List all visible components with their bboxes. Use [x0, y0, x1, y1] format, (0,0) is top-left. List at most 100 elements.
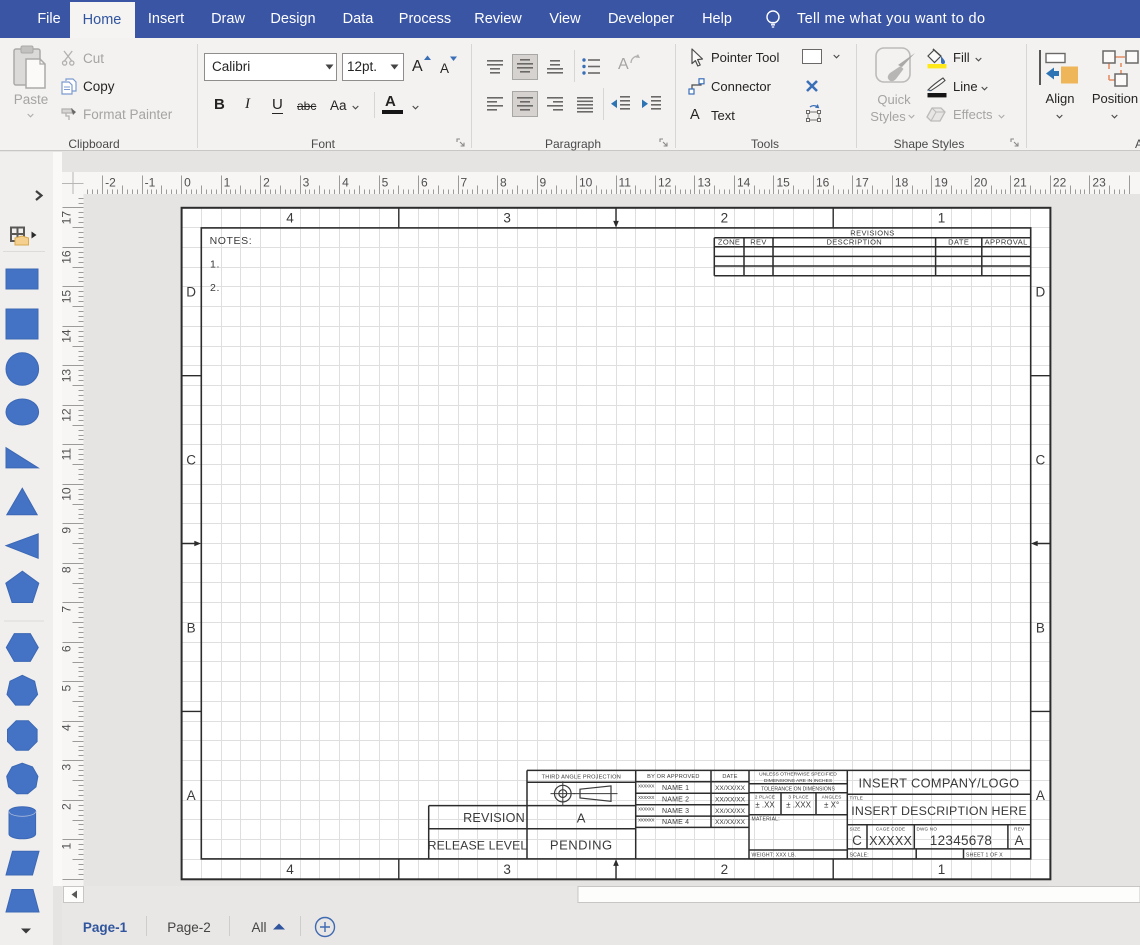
svg-text:12345678: 12345678 — [930, 833, 992, 848]
svg-text:5: 5 — [382, 176, 389, 190]
svg-text:XX/XX/XX: XX/XX/XX — [715, 808, 746, 815]
svg-text:A: A — [187, 788, 197, 803]
svg-text:XXXXXX: XXXXXX — [638, 795, 654, 800]
svg-text:18: 18 — [895, 176, 909, 190]
svg-text:11: 11 — [60, 448, 74, 461]
svg-text:XXXXXX: XXXXXX — [638, 806, 654, 811]
svg-text:15: 15 — [777, 176, 791, 190]
svg-text:3: 3 — [60, 763, 74, 770]
svg-text:12: 12 — [658, 176, 672, 190]
svg-text:APPROVAL: APPROVAL — [985, 238, 1028, 247]
svg-text:23: 23 — [1092, 176, 1106, 190]
svg-text:XXXXXX: XXXXXX — [638, 818, 654, 823]
svg-text:2: 2 — [60, 803, 74, 810]
svg-text:CAGE CODE: CAGE CODE — [876, 827, 905, 832]
svg-text:BY OR APPROVED: BY OR APPROVED — [647, 774, 699, 780]
svg-text:2: 2 — [721, 210, 729, 225]
svg-text:INSERT COMPANY/LOGO: INSERT COMPANY/LOGO — [859, 775, 1020, 790]
svg-text:10: 10 — [579, 176, 593, 190]
svg-text:6: 6 — [60, 645, 74, 652]
svg-text:C: C — [1035, 452, 1045, 467]
svg-text:11: 11 — [619, 176, 632, 190]
svg-text:B: B — [1036, 620, 1046, 635]
svg-text:14: 14 — [60, 329, 74, 343]
svg-text:NAME 1: NAME 1 — [662, 785, 689, 792]
svg-text:7: 7 — [461, 176, 468, 190]
svg-text:13: 13 — [698, 176, 712, 190]
svg-text:6: 6 — [421, 176, 428, 190]
svg-text:7: 7 — [60, 606, 74, 613]
svg-text:2: 2 — [263, 176, 270, 190]
svg-text:INSERT DESCRIPTION HERE: INSERT DESCRIPTION HERE — [851, 804, 1027, 818]
svg-text:± .XX: ± .XX — [755, 801, 775, 810]
svg-text:± X°: ± X° — [824, 801, 839, 810]
svg-text:TITLE: TITLE — [850, 796, 864, 801]
svg-text:13: 13 — [60, 369, 74, 383]
svg-text:± .XXX: ± .XXX — [786, 801, 812, 810]
svg-text:22: 22 — [1053, 176, 1067, 190]
svg-text:20: 20 — [974, 176, 988, 190]
svg-text:2 PLACE: 2 PLACE — [755, 795, 775, 800]
svg-text:4: 4 — [342, 176, 349, 190]
svg-text:1: 1 — [938, 862, 946, 877]
svg-text:NOTES:: NOTES: — [210, 235, 253, 247]
svg-text:D: D — [1035, 285, 1045, 300]
svg-text:XXXXX: XXXXX — [869, 834, 912, 848]
svg-text:5: 5 — [60, 684, 74, 691]
svg-text:-1: -1 — [145, 176, 156, 190]
svg-text:-2: -2 — [105, 176, 116, 190]
svg-text:C: C — [852, 833, 862, 848]
svg-text:1.: 1. — [210, 259, 220, 271]
svg-text:XX/XX/XX: XX/XX/XX — [715, 785, 746, 792]
svg-text:15: 15 — [60, 290, 74, 304]
svg-text:1: 1 — [60, 842, 74, 849]
svg-text:NAME 2: NAME 2 — [662, 796, 689, 803]
svg-text:21: 21 — [1013, 176, 1027, 190]
svg-text:PENDING: PENDING — [550, 838, 613, 853]
svg-text:C: C — [186, 452, 196, 467]
svg-text:9: 9 — [540, 176, 547, 190]
svg-text:4: 4 — [286, 210, 294, 225]
svg-text:NAME 3: NAME 3 — [662, 808, 689, 815]
svg-text:8: 8 — [60, 566, 74, 573]
svg-text:DATE: DATE — [722, 774, 737, 780]
svg-text:DESCRIPTION: DESCRIPTION — [826, 238, 882, 247]
svg-text:16: 16 — [816, 176, 830, 190]
svg-text:D: D — [186, 285, 196, 300]
svg-text:REVISIONS: REVISIONS — [850, 229, 894, 238]
svg-text:THIRD ANGLE PROJECTION: THIRD ANGLE PROJECTION — [542, 775, 621, 781]
svg-text:DIMENSIONS ARE IN INCHES: DIMENSIONS ARE IN INCHES — [764, 778, 833, 784]
svg-text:DWG NO: DWG NO — [917, 827, 938, 832]
svg-text:Page-1: Page-1 — [83, 920, 128, 935]
svg-text:TOLERANCE ON DIMENSIONS: TOLERANCE ON DIMENSIONS — [761, 786, 835, 792]
svg-text:NAME 4: NAME 4 — [662, 819, 689, 826]
svg-text:14: 14 — [737, 176, 751, 190]
svg-text:SIZE: SIZE — [850, 827, 861, 832]
svg-text:17: 17 — [855, 176, 869, 190]
svg-text:SCALE:: SCALE: — [850, 852, 869, 858]
svg-text:19: 19 — [934, 176, 948, 190]
svg-text:3 PLACE: 3 PLACE — [788, 795, 808, 800]
svg-text:A: A — [577, 811, 586, 826]
svg-text:12: 12 — [60, 408, 74, 422]
svg-text:WEIGHT: XXX LB.: WEIGHT: XXX LB. — [752, 852, 797, 858]
svg-text:XXXXXX: XXXXXX — [638, 784, 654, 789]
svg-text:Page-2: Page-2 — [167, 920, 211, 935]
svg-text:ZONE: ZONE — [718, 238, 740, 247]
svg-text:MATERIAL:: MATERIAL: — [752, 816, 780, 822]
svg-text:B: B — [187, 620, 197, 635]
svg-text:REVISION: REVISION — [463, 811, 525, 825]
svg-text:DATE: DATE — [948, 238, 969, 247]
svg-text:XX/XX/XX: XX/XX/XX — [715, 796, 746, 803]
svg-text:8: 8 — [500, 176, 507, 190]
svg-text:3: 3 — [303, 176, 310, 190]
svg-text:REV: REV — [1014, 827, 1025, 832]
svg-text:2.: 2. — [210, 282, 220, 294]
svg-text:9: 9 — [60, 527, 74, 534]
svg-text:RELEASE LEVEL: RELEASE LEVEL — [428, 839, 528, 853]
svg-text:16: 16 — [60, 250, 74, 264]
svg-text:4: 4 — [60, 724, 74, 731]
svg-text:A: A — [1036, 788, 1046, 803]
svg-text:A: A — [1014, 833, 1024, 848]
svg-text:3: 3 — [503, 862, 511, 877]
